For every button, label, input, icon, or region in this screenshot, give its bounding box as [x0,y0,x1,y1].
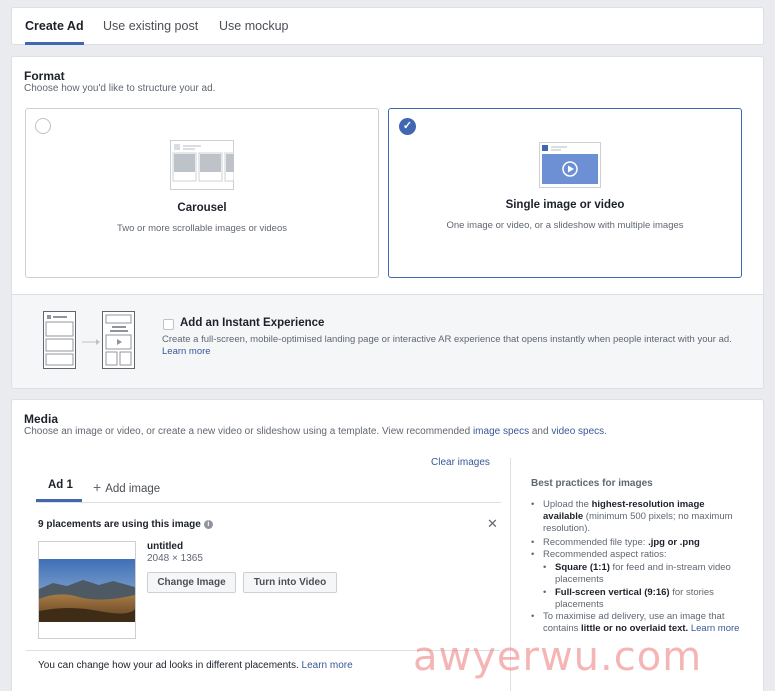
bp3-text: Recommended aspect ratios: [543,549,667,560]
file-name: untitled [147,541,184,552]
bp2-b: .jpg or .png [648,537,700,548]
landscape-photo [39,559,135,622]
single-image-title: Single image or video [505,199,625,211]
placements-note: You can change how your ad looks in diff… [38,660,353,671]
placements-count: 9 placements are using this image i [38,519,213,530]
tab-create-ad[interactable]: Create Ad [25,8,84,45]
instant-experience-title: Add an Instant Experience [180,317,325,329]
single-image-description: One image or video, or a slideshow with … [446,220,684,231]
image-thumbnail[interactable] [38,541,136,639]
placements-note-text: You can change how your ad looks in diff… [38,660,299,671]
bp-bullet-resolution: • Upload the highest-resolution image ava… [531,499,733,534]
best-practices-title: Best practices for images [531,478,653,489]
placements-learn-more-link[interactable]: Learn more [302,660,353,671]
instant-experience-panel: Add an Instant Experience Create a full-… [12,294,763,388]
single-image-illustration-icon [539,142,601,188]
checkmark-icon[interactable]: ✓ [399,118,416,135]
tab-use-existing-post[interactable]: Use existing post [103,8,198,45]
media-subtitle-and: and [531,426,549,437]
format-title: Format [24,69,65,83]
format-section: Format Choose how you'd like to structur… [11,56,764,389]
image-specs-link[interactable]: image specs [473,426,529,437]
media-subtitle-period: . [604,426,607,437]
video-specs-link[interactable]: video specs [551,426,604,437]
instant-experience-description: Create a full-screen, mobile-optimised l… [162,334,742,358]
watermark-text: awyerwu.com [413,634,703,680]
bp4-b: little or no overlaid text. [581,623,689,634]
ad-tabs-bar: Create Ad Use existing post Use mockup [11,7,764,45]
file-dimensions: 2048 × 1365 [147,553,203,564]
bp-sub-vertical: • Full-screen vertical (9:16) for stories… [543,587,714,610]
carousel-title: Carousel [177,202,227,214]
media-subtitle-text: Choose an image or video, or create a ne… [24,426,471,437]
bp2-a: Recommended file type: [543,537,646,548]
add-image-label: Add image [105,483,161,495]
format-option-single-image[interactable]: ✓ Single image or video One image or vid… [388,108,742,278]
bp-learn-more-link[interactable]: Learn more [691,623,740,634]
instant-experience-desc-text: Create a full-screen, mobile-optimised l… [162,334,732,345]
info-icon[interactable]: i [203,520,213,529]
ad-tabs-divider [36,502,501,503]
instant-experience-illustration-icon [43,311,135,369]
tab-ad-1[interactable]: Ad 1 [48,479,73,491]
instant-experience-checkbox[interactable] [163,319,174,330]
bp-s2-a: Full-screen vertical (9:16) [555,587,670,598]
bp1-a: Upload the [543,499,589,510]
clear-images-link[interactable]: Clear images [431,457,490,468]
close-icon[interactable]: ✕ [487,516,498,532]
tab-use-mockup[interactable]: Use mockup [219,8,288,45]
change-image-button[interactable]: Change Image [147,572,236,593]
instant-experience-learn-more-link[interactable]: Learn more [162,346,211,357]
format-option-carousel[interactable]: Carousel Two or more scrollable images o… [25,108,379,278]
carousel-illustration-icon [170,140,234,190]
add-image-button[interactable]: + Add image [93,479,160,495]
carousel-radio[interactable] [35,118,51,134]
bp-s1-a: Square (1:1) [555,562,610,573]
bp-bullet-overlaid-text: • To maximise ad delivery, use an image t… [531,611,740,634]
placements-text: 9 placements are using this image [38,519,201,530]
bp-bullet-aspect-ratios: • Recommended aspect ratios: [531,549,741,561]
media-title: Media [24,412,59,426]
media-subtitle: Choose an image or video, or create a ne… [24,426,607,437]
plus-icon: + [93,479,102,495]
carousel-description: Two or more scrollable images or videos [116,223,287,234]
bp-sub-square: • Square (1:1) for feed and in-stream vid… [543,562,731,585]
bp-bullet-file-type: • Recommended file type: .jpg or .png [531,537,700,548]
turn-into-video-button[interactable]: Turn into Video [243,572,337,593]
format-subtitle: Choose how you'd like to structure your … [24,83,216,94]
